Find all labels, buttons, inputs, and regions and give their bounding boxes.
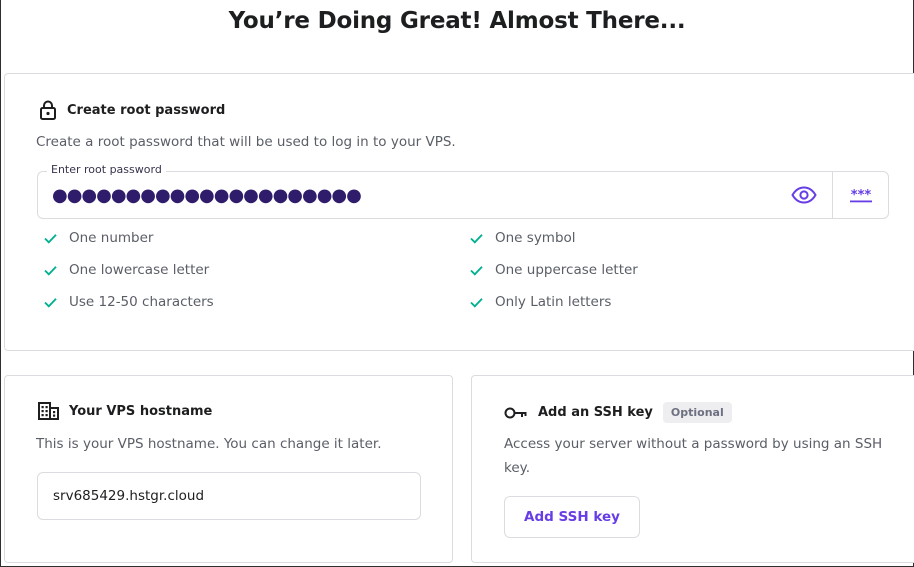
optional-badge: Optional bbox=[662, 402, 732, 423]
root-password-label: Enter root password bbox=[47, 163, 166, 176]
requirement-item: One symbol bbox=[469, 230, 576, 246]
ssh-key-title: Add an SSH key Optional bbox=[504, 402, 732, 423]
root-password-field[interactable]: Enter root password ●●●●●●●●●●●●●●●●●●●●… bbox=[37, 163, 889, 219]
check-icon bbox=[469, 231, 483, 245]
check-icon bbox=[43, 231, 57, 245]
ssh-key-title-text: Add an SSH key bbox=[538, 405, 653, 420]
hostname-title-text: Your VPS hostname bbox=[69, 403, 213, 419]
check-icon bbox=[469, 295, 483, 309]
ssh-key-card: Add an SSH key Optional Access your serv… bbox=[471, 375, 914, 563]
requirement-item: Only Latin letters bbox=[469, 294, 611, 310]
add-ssh-key-button[interactable]: Add SSH key bbox=[504, 496, 640, 538]
root-password-title-text: Create root password bbox=[67, 102, 226, 118]
requirement-label: One number bbox=[69, 230, 154, 246]
requirement-item: One lowercase letter bbox=[43, 262, 209, 278]
hostname-description: This is your VPS hostname. You can chang… bbox=[36, 436, 382, 452]
requirement-label: One lowercase letter bbox=[69, 262, 210, 278]
ssh-key-description: Access your server without a password by… bbox=[504, 436, 883, 476]
key-icon bbox=[504, 406, 528, 420]
check-icon bbox=[43, 295, 57, 309]
hostname-card: Your VPS hostname This is your VPS hostn… bbox=[4, 375, 453, 563]
page-title: You’re Doing Great! Almost There... bbox=[228, 8, 686, 34]
root-password-card: Create root password Create a root passw… bbox=[4, 73, 914, 351]
hostname-title: Your VPS hostname bbox=[38, 402, 212, 420]
generate-password-icon[interactable]: *** bbox=[832, 172, 888, 218]
requirement-item: One uppercase letter bbox=[469, 262, 638, 278]
check-icon bbox=[43, 263, 57, 277]
root-password-input[interactable]: ●●●●●●●●●●●●●●●●●●●●● bbox=[38, 185, 776, 206]
eye-icon[interactable] bbox=[776, 172, 832, 218]
requirement-label: Use 12-50 characters bbox=[69, 294, 214, 310]
building-icon bbox=[38, 402, 59, 420]
requirement-item: Use 12-50 characters bbox=[43, 294, 214, 310]
requirement-label: Only Latin letters bbox=[495, 294, 612, 310]
check-icon bbox=[469, 263, 483, 277]
root-password-description: Create a root password that will be used… bbox=[36, 134, 456, 150]
root-password-title: Create root password bbox=[39, 100, 225, 120]
requirement-label: One symbol bbox=[495, 230, 576, 246]
requirement-label: One uppercase letter bbox=[495, 262, 638, 278]
requirement-item: One number bbox=[43, 230, 153, 246]
lock-icon bbox=[39, 100, 57, 120]
hostname-input[interactable]: srv685429.hstgr.cloud bbox=[37, 472, 421, 520]
